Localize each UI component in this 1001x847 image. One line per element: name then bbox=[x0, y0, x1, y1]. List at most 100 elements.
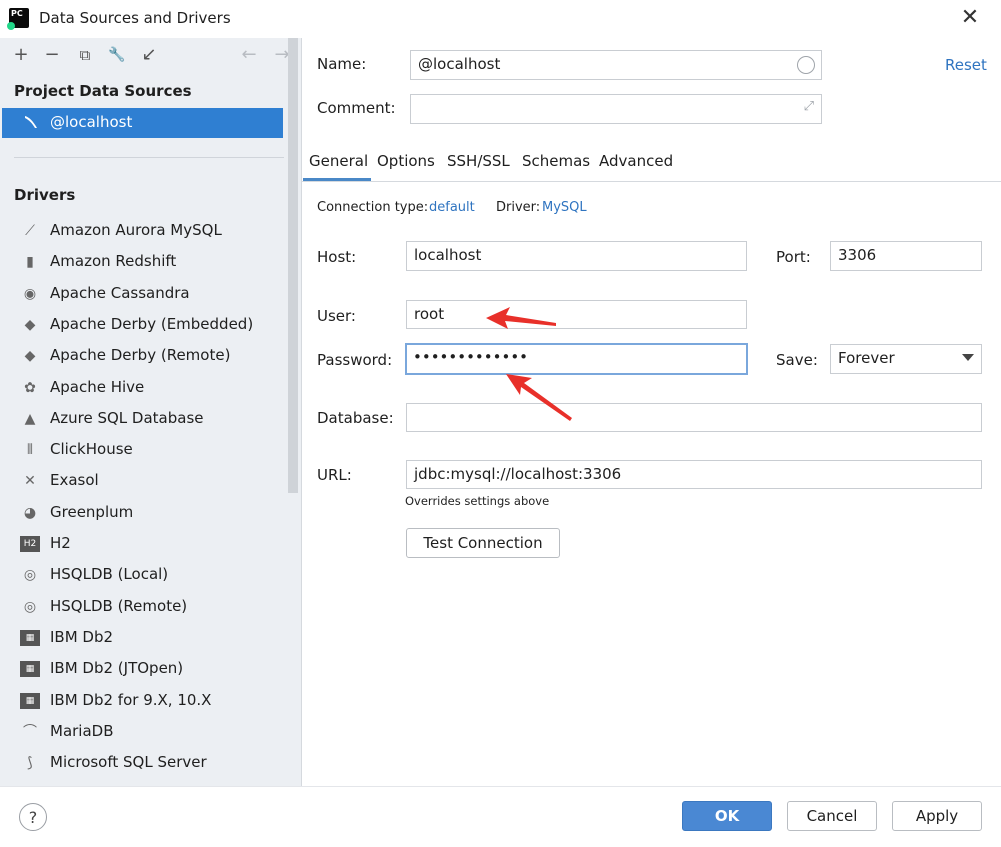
exasol-icon: ✕ bbox=[24, 473, 36, 490]
user-input[interactable]: root bbox=[406, 300, 747, 329]
port-label: Port: bbox=[776, 248, 811, 266]
host-input[interactable]: localhost bbox=[406, 241, 747, 271]
driver-label: Driver: bbox=[496, 200, 541, 215]
mariadb-icon: ⌒ bbox=[23, 723, 37, 740]
database-input[interactable] bbox=[406, 403, 982, 432]
color-circle-icon[interactable] bbox=[797, 56, 815, 74]
tab-advanced[interactable]: Advanced bbox=[599, 152, 673, 170]
driver-item[interactable]: ◆ Apache Derby (Remote) bbox=[20, 343, 285, 371]
test-connection-button[interactable]: Test Connection bbox=[406, 528, 560, 558]
driver-item[interactable]: ▲ Azure SQL Database bbox=[20, 406, 285, 434]
tab-schemas[interactable]: Schemas bbox=[522, 152, 590, 170]
driver-item[interactable]: ⦀ ClickHouse bbox=[20, 437, 285, 465]
port-input[interactable]: 3306 bbox=[830, 241, 982, 271]
tab-options[interactable]: Options bbox=[377, 152, 435, 170]
sidebar-scrollbar[interactable] bbox=[288, 38, 298, 493]
redshift-icon: ▮ bbox=[26, 254, 34, 271]
active-tab-indicator bbox=[303, 178, 371, 181]
tab-ssh-ssl[interactable]: SSH/SSL bbox=[447, 152, 510, 170]
db2-icon: ▦ bbox=[20, 661, 40, 678]
connection-type-link[interactable]: default bbox=[429, 200, 475, 215]
divider bbox=[14, 157, 284, 158]
driver-label: Apache Derby (Remote) bbox=[50, 346, 231, 365]
import-icon[interactable]: ↙ bbox=[138, 44, 160, 66]
driver-label: MariaDB bbox=[50, 721, 114, 740]
driver-item[interactable]: ▦ IBM Db2 bbox=[20, 625, 285, 653]
dolphin-icon bbox=[22, 113, 40, 135]
help-icon[interactable]: ? bbox=[19, 803, 47, 831]
driver-item[interactable]: ◎ HSQLDB (Local) bbox=[20, 562, 285, 590]
dolphin-icon: ⟋ bbox=[25, 223, 35, 239]
tab-bar: General Options SSH/SSL Schemas Advanced bbox=[302, 144, 1001, 182]
azure-icon: ▲ bbox=[24, 410, 36, 427]
add-icon[interactable]: + bbox=[10, 44, 32, 66]
driver-label: HSQLDB (Remote) bbox=[50, 596, 188, 615]
driver-label: IBM Db2 bbox=[50, 627, 114, 646]
annotation-arrow bbox=[506, 374, 572, 421]
driver-item[interactable]: ▮ Amazon Redshift bbox=[20, 249, 285, 277]
pycharm-icon: PC bbox=[7, 8, 29, 30]
save-value: Forever bbox=[838, 349, 895, 367]
back-arrow-icon[interactable]: ← bbox=[238, 44, 260, 66]
database-label: Database: bbox=[317, 409, 394, 427]
driver-label: Apache Cassandra bbox=[50, 283, 190, 302]
driver-item[interactable]: ▦ IBM Db2 for 9.X, 10.X bbox=[20, 688, 285, 716]
host-label: Host: bbox=[317, 248, 357, 266]
hive-icon: ✿ bbox=[24, 379, 36, 396]
url-note: Overrides settings above bbox=[405, 494, 550, 508]
save-select[interactable]: Forever bbox=[830, 344, 982, 374]
reset-link[interactable]: Reset bbox=[945, 56, 987, 74]
driver-item[interactable]: ✕ Exasol bbox=[20, 468, 285, 496]
data-source-label: @localhost bbox=[50, 113, 133, 131]
driver-label: Apache Derby (Embedded) bbox=[50, 314, 254, 333]
driver-label: ClickHouse bbox=[50, 440, 133, 459]
project-data-sources-header: Project Data Sources bbox=[14, 82, 192, 100]
driver-label: Amazon Aurora MySQL bbox=[50, 221, 222, 239]
annotation-arrow bbox=[486, 307, 556, 329]
sqlserver-icon: ⟆ bbox=[27, 755, 33, 772]
drivers-header: Drivers bbox=[14, 186, 76, 204]
driver-item[interactable]: ⌒ MariaDB bbox=[20, 719, 285, 747]
derby-icon: ◆ bbox=[24, 316, 36, 333]
driver-item[interactable]: ✿ Apache Hive bbox=[20, 375, 285, 403]
save-label: Save: bbox=[776, 351, 818, 369]
comment-label: Comment: bbox=[317, 99, 396, 117]
chevron-down-icon bbox=[962, 354, 974, 361]
cancel-button[interactable]: Cancel bbox=[787, 801, 877, 831]
driver-item[interactable]: ▦ IBM Db2 (JTOpen) bbox=[20, 656, 285, 684]
driver-item[interactable]: ◆ Apache Derby (Embedded) bbox=[20, 312, 285, 340]
connection-type-label: Connection type: bbox=[317, 200, 429, 215]
driver-label: Azure SQL Database bbox=[50, 408, 204, 427]
greenplum-icon: ◕ bbox=[23, 504, 37, 521]
driver-item[interactable]: ◉ Apache Cassandra bbox=[20, 281, 285, 309]
remove-icon[interactable]: − bbox=[41, 44, 63, 66]
driver-link[interactable]: MySQL bbox=[542, 200, 587, 215]
driver-item[interactable]: H2 H2 bbox=[20, 531, 285, 559]
duplicate-icon[interactable]: ⧉ bbox=[74, 44, 96, 66]
expand-icon[interactable]: ⤢ bbox=[804, 99, 814, 114]
window-title: Data Sources and Drivers bbox=[39, 9, 231, 27]
url-input[interactable]: jdbc:mysql://localhost:3306 bbox=[406, 460, 982, 489]
wrench-icon[interactable]: 🔧 bbox=[106, 44, 128, 66]
driver-label: IBM Db2 for 9.X, 10.X bbox=[50, 690, 212, 709]
ok-button[interactable]: OK bbox=[682, 801, 772, 831]
url-label: URL: bbox=[317, 466, 352, 484]
driver-label: Microsoft SQL Server bbox=[50, 753, 207, 772]
apply-button[interactable]: Apply bbox=[892, 801, 982, 831]
driver-item[interactable]: ⟋ Amazon Aurora MySQL bbox=[20, 218, 285, 246]
driver-label: Exasol bbox=[50, 471, 99, 490]
driver-label: H2 bbox=[50, 534, 71, 552]
close-icon[interactable]: ✕ bbox=[958, 6, 982, 30]
name-input[interactable]: @localhost bbox=[410, 50, 822, 80]
sidebar: + − ⧉ 🔧 ↙ ← → Project Data Sources @loca… bbox=[0, 38, 302, 786]
driver-item[interactable]: ◎ HSQLDB (Remote) bbox=[20, 594, 285, 622]
db2-icon: ▦ bbox=[20, 692, 40, 709]
data-source-item-localhost[interactable]: @localhost bbox=[2, 108, 283, 138]
password-label: Password: bbox=[317, 351, 393, 369]
tab-general[interactable]: General bbox=[309, 152, 368, 170]
title-bar: PC Data Sources and Drivers ✕ bbox=[0, 0, 1001, 38]
driver-item[interactable]: ⟆ Microsoft SQL Server bbox=[20, 750, 285, 778]
driver-label: HSQLDB (Local) bbox=[50, 565, 169, 584]
comment-input[interactable]: ⤢ bbox=[410, 94, 822, 124]
driver-item[interactable]: ◕ Greenplum bbox=[20, 500, 285, 528]
